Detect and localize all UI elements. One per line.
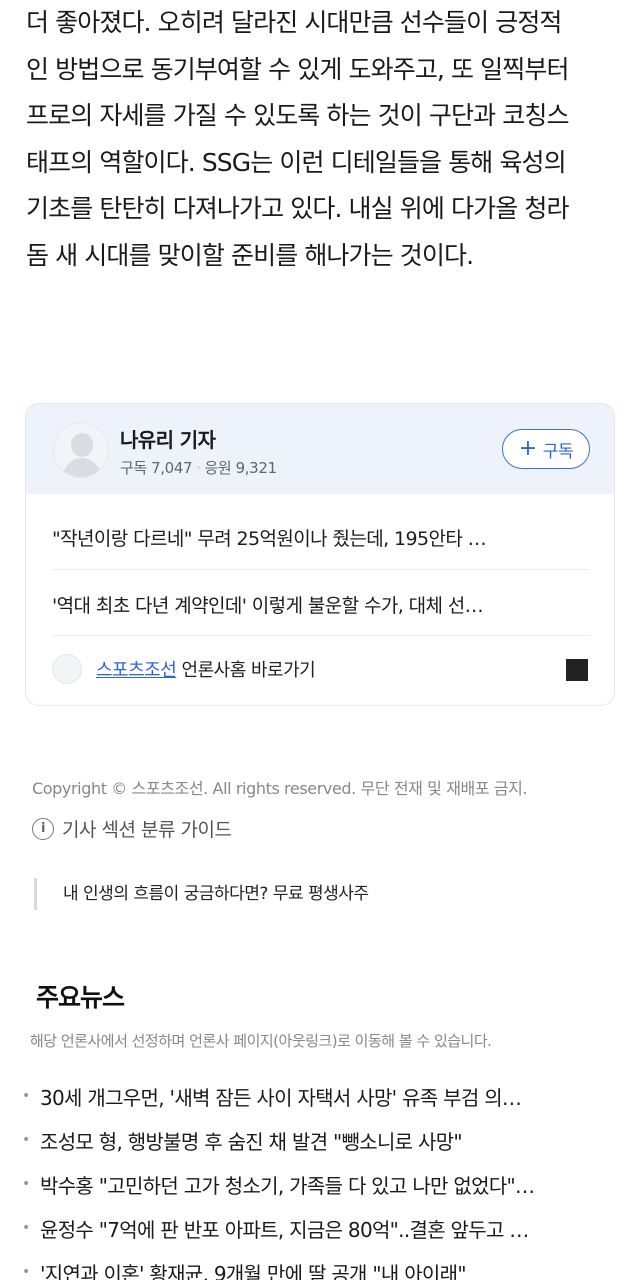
press-logo (52, 654, 82, 684)
reporter-card-header: 나유리 기자 구독 7,047 · 응원 9,321 + 구독 (26, 404, 614, 494)
bullet-icon: • (22, 1220, 30, 1236)
bullet-icon: • (22, 1088, 30, 1104)
reporter-article-link[interactable]: "작년이랑 다르네" 무려 25억원이나 줬는데, 195안타 … (52, 524, 592, 551)
news-headline[interactable]: 박수홍 "고민하던 고가 청소기, 가족들 다 있고 나만 없었다"… (40, 1170, 534, 1199)
article-line: 프로의 자세를 가질 수 있도록 하는 것이 구단과 코칭스 (26, 101, 569, 130)
plus-icon: + (518, 436, 537, 461)
list-item[interactable]: • 윤정수 "7억에 판 반포 아파트, 지금은 80억"..결혼 앞두고 … (22, 1206, 622, 1250)
subscribe-button[interactable]: + 구독 (502, 429, 590, 469)
list-item[interactable]: • 30세 개그우먼, '새벽 잠든 사이 자택서 사망' 유족 부검 의… (22, 1074, 622, 1118)
list-item[interactable]: • 박수홍 "고민하던 고가 청소기, 가족들 다 있고 나만 없었다"… (22, 1162, 622, 1206)
cheer-count: 응원 9,321 (204, 459, 278, 477)
reporter-avatar[interactable] (53, 422, 109, 478)
bullet-icon: • (22, 1176, 30, 1192)
press-name[interactable]: 스포츠조선 (96, 660, 177, 681)
major-news-subtitle: 해당 언론사에서 선정하며 언론사 페이지(아웃링크)로 이동해 볼 수 있습니… (30, 1032, 492, 1050)
article-line: 더 좋아졌다. 오히려 달라진 시대만큼 선수들이 긍정적 (26, 8, 562, 37)
copyright-text: Copyright © 스포츠조선. All rights reserved. … (32, 779, 528, 798)
reporter-card: 나유리 기자 구독 7,047 · 응원 9,321 + 구독 "작년이랑 다르네"… (25, 403, 615, 706)
news-headline[interactable]: 조성모 형, 행방불명 후 숨진 채 발견 "뺑소니로 사망" (40, 1126, 462, 1155)
news-headline[interactable]: 윤정수 "7억에 판 반포 아파트, 지금은 80억"..결혼 앞두고 … (40, 1214, 529, 1243)
bullet-icon: • (22, 1132, 30, 1148)
major-news-list: • 30세 개그우먼, '새벽 잠든 사이 자택서 사망' 유족 부검 의… • 조… (22, 1074, 622, 1280)
info-icon: i (32, 817, 54, 840)
reporter-name[interactable]: 나유리 기자 (120, 424, 216, 453)
avatar-body-shape (63, 458, 101, 477)
article-body: 더 좋아졌다. 오히려 달라진 시대만큼 선수들이 긍정적 인 방법으로 동기부… (26, 0, 626, 279)
divider (52, 635, 590, 636)
avatar-head-shape (71, 433, 93, 457)
major-news-title: 주요뉴스 (36, 983, 125, 1012)
reporter-article-link[interactable]: '역대 최초 다년 계약인데' 이렇게 불운할 수가, 대체 선… (52, 591, 592, 618)
article-line: 인 방법으로 동기부여할 수 있게 도와주고, 또 일찍부터 (26, 54, 569, 84)
article-line: 태프의 역할이다. SSG는 이런 디테일들을 통해 육성의 (26, 147, 567, 177)
divider (52, 569, 590, 570)
news-headline[interactable]: 30세 개그우먼, '새벽 잠든 사이 자택서 사망' 유족 부검 의… (40, 1082, 521, 1111)
subscriber-count: 구독 7,047 (120, 459, 193, 477)
press-home-label: 언론사홈 바로가기 (176, 660, 316, 681)
list-item[interactable]: • 조성모 형, 행방불명 후 숨진 채 발견 "뺑소니로 사망" (22, 1118, 622, 1162)
news-headline[interactable]: '지연과 이혼' 황재균, 9개월 만에 딸 공개 "내 아이래" (40, 1258, 466, 1280)
article-line: 돔 새 시대를 맞이할 준비를 해나가는 것이다. (26, 240, 474, 270)
separator-dot: · (196, 459, 201, 477)
reporter-stats: 구독 7,047 · 응원 9,321 (120, 457, 277, 478)
list-item[interactable]: • '지연과 이혼' 황재균, 9개월 만에 딸 공개 "내 아이래" (22, 1250, 622, 1280)
article-line: 기초를 탄탄히 다져나가고 있다. 내실 위에 다가올 청라 (26, 194, 569, 223)
bullet-icon: • (22, 1264, 30, 1280)
section-guide-link[interactable]: i 기사 섹션 분류 가이드 (32, 815, 232, 842)
subscribe-label: 구독 (542, 441, 574, 462)
press-home-link[interactable]: 스포츠조선 언론사홈 바로가기 (96, 656, 316, 682)
saju-promo-link[interactable]: 내 인생의 흐름이 궁금하다면? 무료 평생사주 (34, 878, 369, 910)
press-square-icon[interactable] (566, 659, 588, 681)
section-guide-label: 기사 섹션 분류 가이드 (62, 819, 232, 841)
